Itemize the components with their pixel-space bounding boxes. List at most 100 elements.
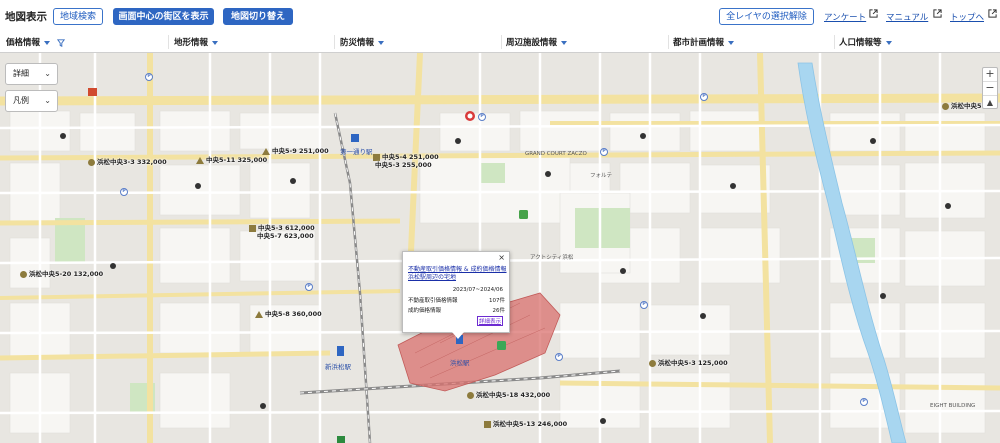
detail-select-label: 詳細 xyxy=(13,69,29,78)
station-label: 第一通り駅 xyxy=(340,148,373,156)
parking-icon: P xyxy=(145,73,153,81)
price-label: 中央5-9 251,000 xyxy=(272,147,329,155)
top-bar: 地図表示 地域検索 画面中心の街区を表示 地図切り替え 全レイヤの選択解除 アン… xyxy=(0,0,1000,33)
parking-icon: P xyxy=(640,301,648,309)
parking-icon: P xyxy=(860,398,868,406)
building-marker xyxy=(545,171,551,177)
row-label: 不動産取引価格情報 xyxy=(408,298,458,304)
building-marker xyxy=(730,183,736,189)
price-marker[interactable]: 浜松中央5-13 246,000 xyxy=(484,418,567,428)
popup-row: 不動産取引価格情報 107件 xyxy=(408,296,505,304)
zoom-out-icon[interactable]: − xyxy=(983,81,997,95)
detail-select[interactable]: 詳細 ⌄ xyxy=(5,63,58,85)
base-map xyxy=(0,53,1000,443)
price-point-icon xyxy=(249,224,256,232)
price-point-icon xyxy=(88,158,95,166)
chevron-down-icon xyxy=(728,40,735,45)
filter-icon[interactable] xyxy=(56,38,66,47)
building-marker xyxy=(700,313,706,319)
clear-all-layers-button[interactable]: 全レイヤの選択解除 xyxy=(719,8,814,25)
page-title: 地図表示 xyxy=(5,11,47,23)
price-point-icon xyxy=(649,359,656,367)
category-bar: 価格情報 地形情報 防災情報 周辺施設情報 都市計画情報 人口情報等 xyxy=(0,32,1000,53)
map-canvas[interactable]: P P P P P P P P P P 第一通り駅 新浜松駅 浜松駅 GRAND… xyxy=(0,53,1000,443)
parking-icon: P xyxy=(478,113,486,121)
price-marker[interactable]: 中央5-8 360,000 xyxy=(255,308,322,318)
chevron-down-icon xyxy=(44,40,51,45)
parking-icon: P xyxy=(120,188,128,196)
survey-link[interactable]: アンケート xyxy=(824,11,866,23)
popup-title[interactable]: 不動産取引価格情報 & 成約価格情報 浜松駅周辺の宅地 xyxy=(408,266,508,282)
price-point-icon xyxy=(484,420,491,428)
row-value: 107件 xyxy=(489,298,505,304)
price-marker[interactable]: 中央5-3 255,000 xyxy=(375,159,432,169)
external-link-icon xyxy=(988,9,997,18)
category-urban-planning[interactable]: 都市計画情報 xyxy=(673,36,735,48)
price-marker[interactable]: 中央5-7 623,000 xyxy=(257,230,314,240)
show-center-block-button[interactable]: 画面中心の街区を表示 xyxy=(113,8,214,25)
category-label: 価格情報 xyxy=(6,38,41,48)
price-label: 浜松中央5-20 132,000 xyxy=(29,270,104,278)
place-label: GRAND COURT ZACZO xyxy=(525,151,587,157)
divider xyxy=(834,35,835,49)
price-marker[interactable]: 中央5-9 251,000 xyxy=(262,145,329,155)
category-population[interactable]: 人口情報等 xyxy=(839,36,892,48)
price-marker[interactable]: 中央5-11 325,000 xyxy=(196,154,267,164)
building-marker xyxy=(290,178,296,184)
price-point-icon xyxy=(255,310,263,318)
parking-icon: P xyxy=(305,283,313,291)
price-label: 中央5-3 255,000 xyxy=(375,161,432,169)
category-label: 地形情報 xyxy=(174,38,209,48)
price-point-icon xyxy=(942,102,949,110)
building-marker xyxy=(880,293,886,299)
place-label: フォルテ xyxy=(590,173,613,179)
parking-icon: P xyxy=(700,93,708,101)
price-point-icon xyxy=(262,147,270,155)
external-link-icon xyxy=(933,9,942,18)
divider xyxy=(668,35,669,49)
category-label: 都市計画情報 xyxy=(673,38,725,48)
close-icon[interactable]: × xyxy=(498,253,505,262)
price-label: 中央5-8 360,000 xyxy=(265,310,322,318)
manual-link[interactable]: マニュアル xyxy=(886,11,928,23)
price-marker[interactable]: 浜松中央3-3 332,000 xyxy=(88,156,167,166)
category-terrain[interactable]: 地形情報 xyxy=(174,36,219,48)
category-price[interactable]: 価格情報 xyxy=(6,36,66,48)
price-label: 浜松中央5-3 125,000 xyxy=(658,359,728,367)
category-facilities[interactable]: 周辺施設情報 xyxy=(506,36,568,48)
price-label: 浜松中央5-18 432,000 xyxy=(476,391,551,399)
station-label: 新浜松駅 xyxy=(325,363,351,371)
category-label: 防災情報 xyxy=(340,38,375,48)
category-label: 周辺施設情報 xyxy=(506,38,558,48)
chevron-down-icon xyxy=(561,40,568,45)
place-label: EIGHT BUILDING xyxy=(930,403,976,409)
top-link[interactable]: トップへ xyxy=(950,11,984,23)
price-marker[interactable]: 浜松中央5-3 125,000 xyxy=(649,357,728,367)
price-label: 浜松中央5-13 246,000 xyxy=(493,420,568,428)
zoom-in-icon[interactable]: + xyxy=(983,68,997,81)
popup-period: 2023/07~2024/06 xyxy=(452,287,503,293)
building-marker xyxy=(60,133,66,139)
price-label: 中央5-7 623,000 xyxy=(257,232,314,240)
legend-select[interactable]: 凡例 ⌄ xyxy=(5,90,58,112)
station-label: 浜松駅 xyxy=(450,359,470,367)
building-marker xyxy=(640,133,646,139)
price-marker[interactable]: 浜松中央5-20 132,000 xyxy=(20,268,103,278)
chevron-down-icon xyxy=(378,40,385,45)
switch-map-button[interactable]: 地図切り替え xyxy=(223,8,293,25)
chevron-down-icon: ⌄ xyxy=(44,96,51,105)
price-point-icon xyxy=(196,156,204,164)
region-search-button[interactable]: 地域検索 xyxy=(53,8,103,25)
popup-row: 成約価格情報 26件 xyxy=(408,306,505,314)
detail-button[interactable]: 詳細表示 xyxy=(476,316,503,326)
building-marker xyxy=(110,263,116,269)
parking-icon: P xyxy=(600,148,608,156)
price-marker[interactable]: 浜松中央5-18 432,000 xyxy=(467,389,550,399)
row-label: 成約価格情報 xyxy=(408,308,442,314)
category-disaster[interactable]: 防災情報 xyxy=(340,36,385,48)
zoom-control: + − ▲ xyxy=(982,67,998,109)
chevron-down-icon: ⌄ xyxy=(44,69,51,78)
popup-pointer xyxy=(452,332,464,339)
building-marker xyxy=(945,203,951,209)
compass-icon[interactable]: ▲ xyxy=(983,95,997,109)
